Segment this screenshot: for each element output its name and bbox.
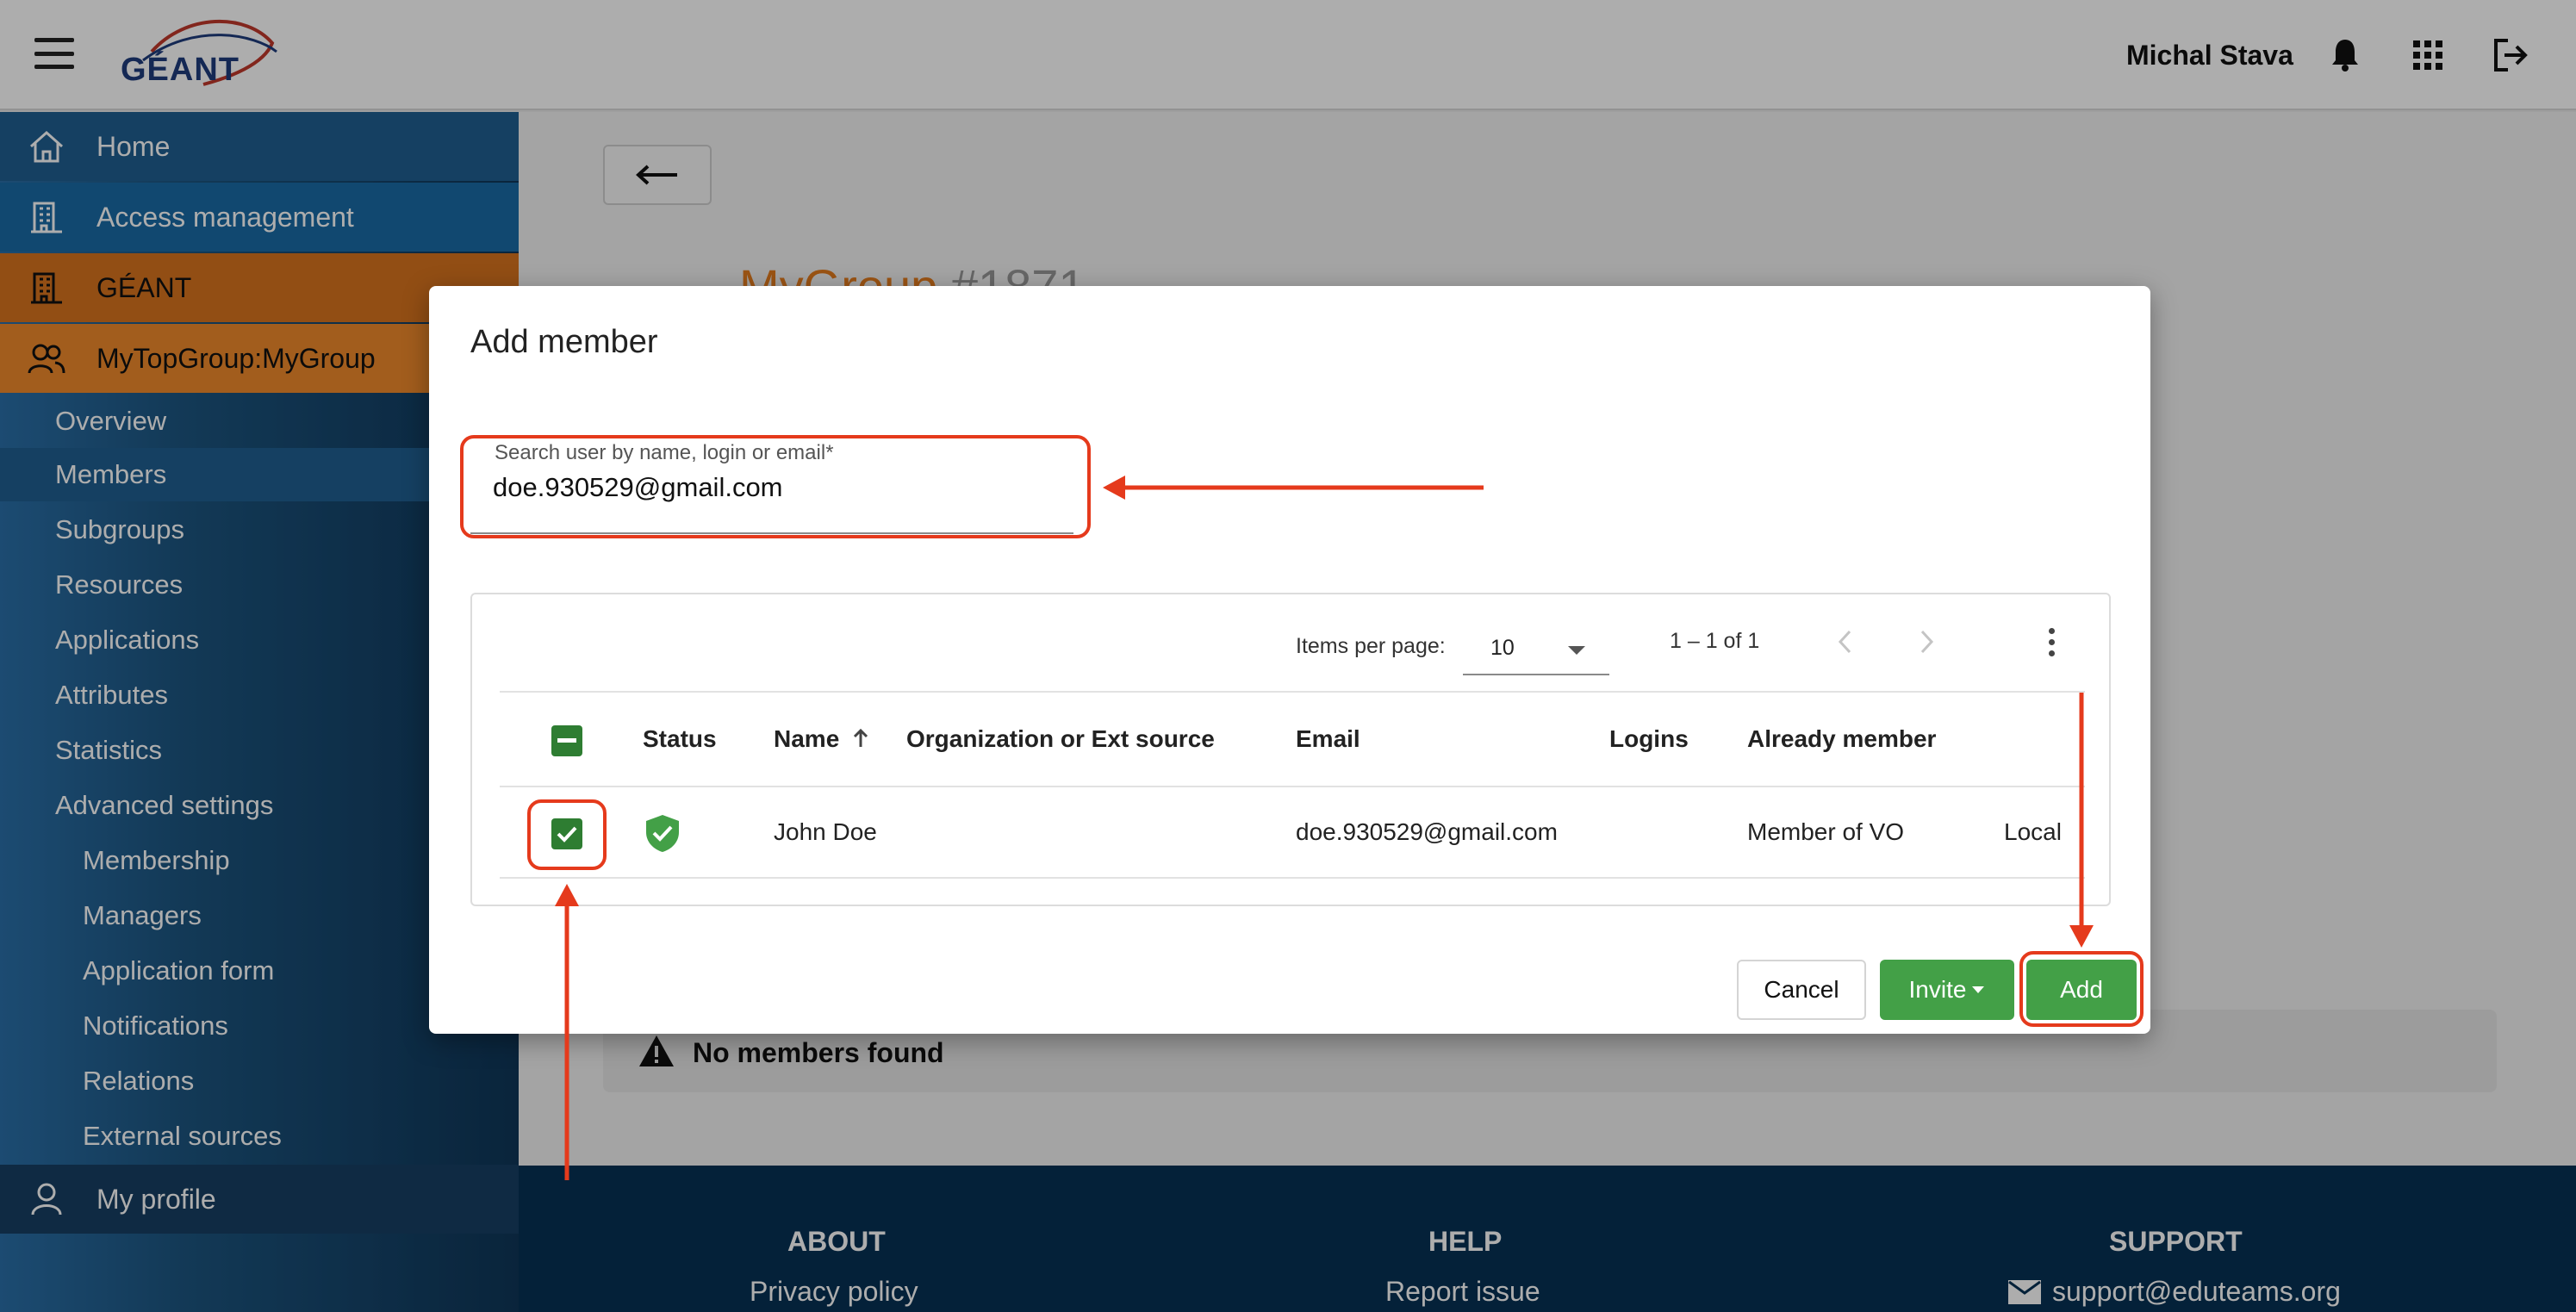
cancel-button[interactable]: Cancel	[1737, 960, 1866, 1020]
annotation-highlight-add	[2019, 951, 2144, 1027]
annotation-highlight-checkbox	[527, 799, 607, 870]
invite-label: Invite	[1908, 976, 1967, 1003]
page-range: 1 – 1 of 1	[1670, 629, 1760, 653]
page-size-select[interactable]: 10	[1463, 619, 1609, 675]
row-extra: Local	[2004, 818, 2062, 845]
column-header-logins[interactable]: Logins	[1609, 725, 1689, 753]
chevron-left-icon	[1838, 630, 1851, 654]
row-email: doe.930529@gmail.com	[1296, 818, 1558, 845]
page-size-value: 10	[1490, 636, 1515, 660]
sort-ascending-icon	[853, 728, 868, 747]
more-options-icon[interactable]	[2030, 620, 2073, 663]
column-header-name[interactable]: Name	[774, 725, 868, 753]
column-header-email[interactable]: Email	[1296, 725, 1360, 753]
caret-down-icon	[1568, 646, 1585, 655]
table-row[interactable]: John Doe doe.930529@gmail.com Member of …	[500, 789, 2085, 879]
column-header-status[interactable]: Status	[643, 725, 717, 753]
next-page-button[interactable]	[1906, 620, 1949, 663]
column-header-already-member[interactable]: Already member	[1747, 725, 1936, 753]
previous-page-button[interactable]	[1823, 620, 1866, 663]
invite-button[interactable]: Invite	[1880, 960, 2014, 1020]
annotation-highlight-search	[460, 435, 1091, 538]
items-per-page-label: Items per page:	[1296, 634, 1446, 658]
column-header-organization[interactable]: Organization or Ext source	[906, 725, 1215, 753]
row-already-member: Member of VO	[1747, 818, 1905, 845]
column-header-name-label: Name	[774, 725, 840, 752]
select-all-checkbox[interactable]	[551, 725, 582, 756]
dialog-title: Add member	[470, 324, 658, 360]
caret-down-icon	[1972, 986, 1985, 993]
table-header: Status Name Organization or Ext source E…	[500, 691, 2085, 787]
add-member-dialog: Add member Search user by name, login or…	[429, 286, 2150, 1034]
minus-icon	[557, 738, 576, 743]
users-table-card: Items per page: 10 1 – 1 of 1 Status Nam…	[470, 593, 2111, 906]
row-name: John Doe	[774, 818, 877, 845]
verified-shield-icon	[646, 815, 679, 852]
chevron-right-icon	[1920, 630, 1934, 654]
